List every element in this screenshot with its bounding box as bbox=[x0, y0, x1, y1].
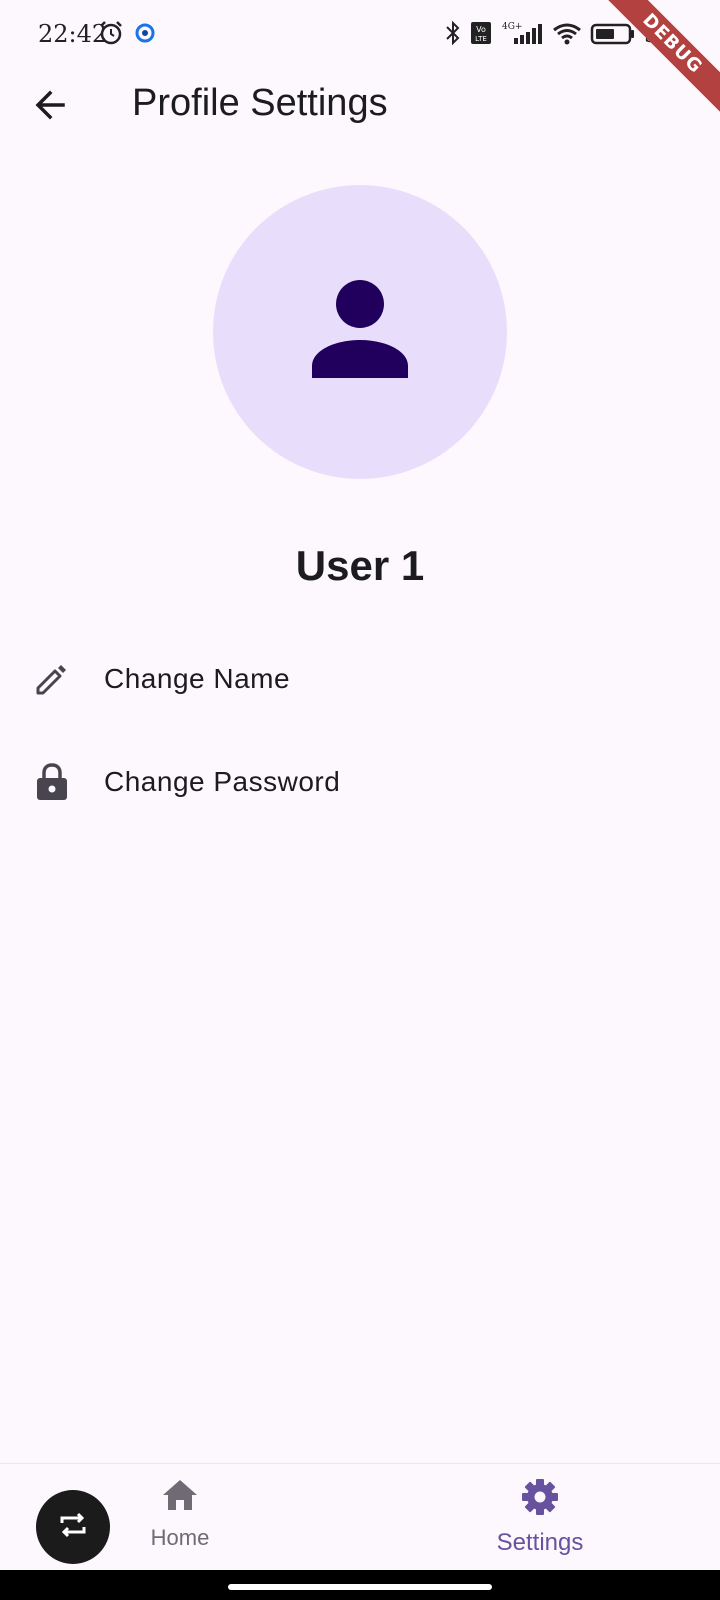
volte-icon: Vo LTE bbox=[470, 20, 492, 51]
status-bar: 22:42 Vo LTE 4G+ bbox=[0, 0, 720, 70]
change-name-label: Change Name bbox=[104, 663, 291, 694]
arrow-left-icon bbox=[33, 88, 67, 127]
gear-icon bbox=[521, 1478, 559, 1521]
nav-item-settings[interactable]: Settings bbox=[480, 1478, 600, 1557]
profile-settings-screen: 22:42 Vo LTE 4G+ DEBUG Profile Settings … bbox=[0, 0, 720, 1600]
svg-text:Vo: Vo bbox=[476, 25, 486, 34]
wifi-icon bbox=[552, 20, 582, 51]
lock-icon bbox=[32, 762, 72, 802]
alarm-icon bbox=[98, 20, 124, 51]
swap-icon bbox=[56, 1511, 90, 1544]
user-name: User 1 bbox=[295, 542, 425, 589]
swap-fab-button[interactable] bbox=[36, 1490, 110, 1564]
nav-item-home[interactable]: Home bbox=[130, 1478, 230, 1551]
app-bar: Profile Settings bbox=[0, 70, 720, 140]
back-button[interactable] bbox=[24, 81, 76, 133]
change-name-item[interactable]: Change Name bbox=[0, 634, 720, 724]
pencil-icon bbox=[32, 659, 72, 699]
change-password-label: Change Password bbox=[104, 766, 341, 797]
nav-settings-label: Settings bbox=[496, 1529, 584, 1556]
svg-text:4G+: 4G+ bbox=[502, 22, 522, 32]
battery-icon bbox=[590, 20, 636, 51]
svg-text:LTE: LTE bbox=[475, 35, 487, 43]
change-password-item[interactable]: Change Password bbox=[0, 737, 720, 827]
home-indicator[interactable] bbox=[228, 1584, 492, 1590]
cellular-signal-icon: 4G+ bbox=[500, 20, 544, 51]
home-icon bbox=[161, 1478, 199, 1517]
avatar bbox=[213, 185, 507, 479]
app-notification-icon bbox=[134, 22, 156, 49]
bluetooth-icon bbox=[444, 20, 462, 51]
person-icon bbox=[310, 279, 410, 385]
status-time: 22:42 bbox=[38, 20, 108, 48]
status-left-icons bbox=[98, 20, 156, 51]
page-title: Profile Settings bbox=[132, 82, 388, 124]
nav-home-label: Home bbox=[150, 1525, 210, 1550]
